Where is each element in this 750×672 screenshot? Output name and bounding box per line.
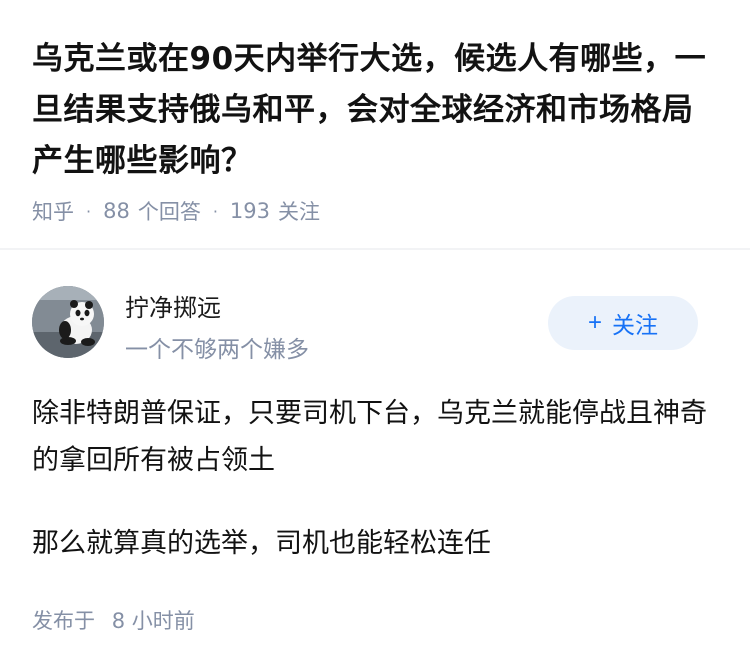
answer-paragraph: 除非特朗普保证，只要司机下台，乌克兰就能停战且神奇的拿回所有被占领土	[32, 398, 707, 476]
plus-icon: +	[587, 309, 602, 336]
answer-count-label: 个回答	[137, 200, 201, 224]
published-prefix: 发布于	[32, 609, 95, 633]
published-time-value: 8 小时前	[111, 609, 195, 633]
source-label[interactable]: 知乎	[32, 196, 74, 226]
follow-button-label: 关注	[612, 312, 658, 338]
question-header: 乌克兰或在90天内举行大选，候选人有哪些，一旦结果支持俄乌和平，会对全球经济和市…	[0, 0, 750, 248]
follow-count-label: 关注	[278, 200, 321, 224]
answer-paragraph: 那么就算真的选举，司机也能轻松连任	[32, 528, 491, 559]
follow-button[interactable]: + 关注	[548, 296, 698, 350]
published-time: 发布于 8 小时前	[32, 605, 195, 635]
follow-count: 193	[229, 199, 271, 223]
answer-card: 拧净掷远 一个不够两个嫌多 + 关注 除非特朗普保证，只要司机下台，乌克兰就能停…	[0, 250, 750, 672]
author-avatar[interactable]	[32, 286, 104, 358]
meta-separator: ·	[86, 201, 92, 221]
question-title[interactable]: 乌克兰或在90天内举行大选，候选人有哪些，一旦结果支持俄乌和平，会对全球经济和市…	[32, 34, 722, 187]
author-bio: 一个不够两个嫌多	[125, 337, 309, 363]
panda-avatar-icon	[32, 286, 104, 358]
meta-separator: ·	[212, 201, 218, 221]
author-name[interactable]: 拧净掷远	[125, 288, 221, 323]
question-meta: 知乎 · 88 个回答 · 193 关注	[32, 196, 320, 226]
answer-count: 88	[103, 199, 130, 223]
